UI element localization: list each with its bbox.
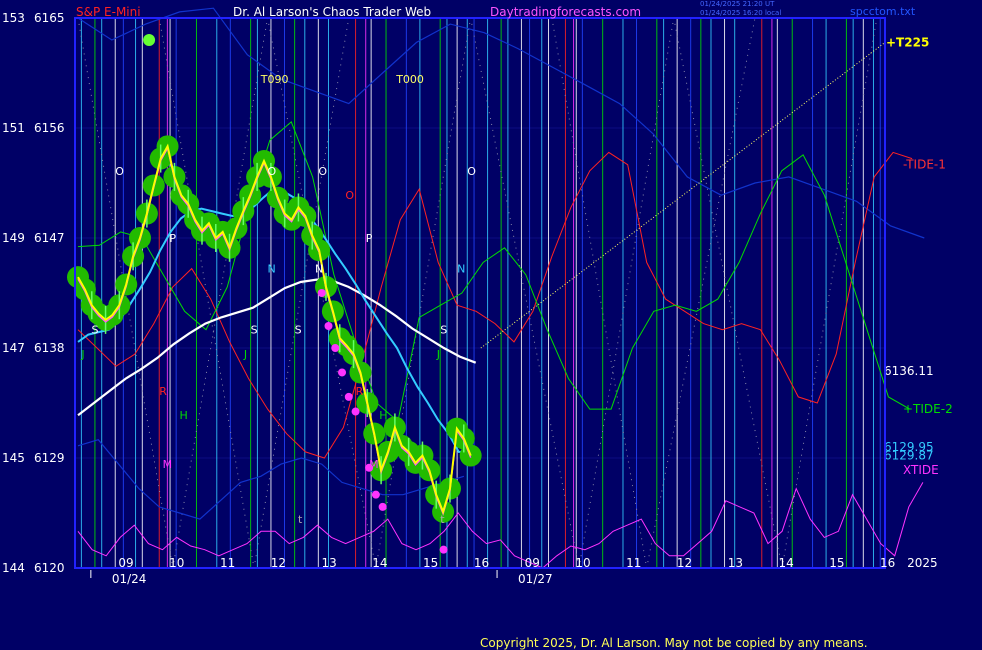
x-tick-label: 13 [321,556,336,570]
x-tick-label: 14 [372,556,387,570]
annotation-label: S [92,324,99,337]
annotation-label: J [243,348,247,361]
cycle-dotted-line [551,17,648,569]
x-tick-label: 12 [271,556,286,570]
price-marker-dot [439,545,448,554]
x-tick-label: 09 [525,556,540,570]
annotation-label: +TIDE-2 [903,402,953,416]
instrument-label: S&P E-Mini [76,5,141,19]
annotation-label: M [163,458,173,471]
y-tick-label-left: 144 [2,561,25,575]
annotation-label: O [345,189,354,202]
annotation-label: +T225 [886,35,929,49]
copyright-text: Copyright 2025, Dr. Al Larson. May not b… [480,636,868,650]
annotation-label: t [298,513,303,526]
date-label: 01/27 [518,572,553,586]
x-tick-label: 10 [169,556,184,570]
y-tick-label-left: 145 [2,451,25,465]
price-marker-dot [378,502,387,511]
annotation-label: O [115,165,124,178]
x-tick-label: 16 [880,556,895,570]
x-tick-label: 12 [677,556,692,570]
cycle-dotted-line [470,17,580,569]
y-tick-label-left: 153 [2,11,25,25]
x-tick-label: 09 [118,556,133,570]
y-tick-label-left: 147 [2,341,25,355]
timestamp-local: 01/24/2025 16:20 local [700,9,782,17]
x-tick-label: 15 [423,556,438,570]
annotation-label: T090 [260,73,289,86]
author-label: Dr. Al Larson's Chaos Trader Web [233,5,432,19]
cycle-dotted-line [781,17,878,569]
x-tick-label: 11 [626,556,641,570]
y-tick-label: 6138 [34,341,65,355]
xtide-line [77,482,924,569]
annotation-label: O [467,165,476,178]
tide2-line [77,121,910,423]
x-tick-label: 10 [575,556,590,570]
date-label: 01/24 [112,572,147,586]
chaos-trader-chart: +T225-TIDE-16136.11+TIDE-26129.956129.87… [2,7,953,586]
cycle-dotted-line [673,17,783,569]
y-tick-label-left: 149 [2,231,25,245]
price-marker-dot [324,322,333,330]
y-tick-label: 6165 [34,11,65,25]
price-marker-dot [338,368,347,377]
annotation-label: -TIDE-1 [903,158,946,172]
annotation-label: 6129.87 [884,449,934,463]
slow-average-line [77,278,477,417]
x-tick-label: 11 [220,556,235,570]
x-tick-label: 13 [728,556,743,570]
annotation-label: XTIDE [903,463,939,477]
chart-window: +T225 -TIDE-1 6136.11 +TIDE-2 6129.95 6129.87… [0,0,982,650]
annotation-label: P [169,232,176,245]
y-tick-label-left: 151 [2,121,25,135]
dotted-cycle-lines [77,17,878,569]
price-marker-dot [344,392,353,401]
cycle-dotted-line [578,17,675,569]
price-marker-dot [351,407,360,416]
y-tick-label: 6147 [34,231,65,245]
x-tick-label: 16 [474,556,489,570]
price-marker-dot [371,490,380,499]
file-label: spcctom.txt [850,5,916,18]
annotation-label: H [379,409,387,422]
annotation-label: J [436,348,440,361]
annotation-label: N [457,263,465,276]
annotation-label: O [318,165,327,178]
vertical-time-lines [80,18,881,568]
annotation-label: J [80,348,84,361]
annotation-label: H [180,409,188,422]
y-tick-label: 6129 [34,451,65,465]
x-tick-label: 14 [778,556,793,570]
annotation-label: t [440,513,445,526]
y-tick-label: 6120 [34,561,65,575]
x-tick-label: 2025 [907,556,938,570]
annotation-label: M [369,458,379,471]
site-label[interactable]: Daytradingforecasts.com [490,5,641,19]
annotation-label: N [315,263,323,276]
x-tick-label: 15 [829,556,844,570]
price-marker-dot [331,344,340,352]
annotation-label: T000 [395,73,424,86]
annotation-label: S [251,324,258,337]
annotation-layer: +T225-TIDE-16136.11+TIDE-26129.956129.87… [80,35,952,526]
cycle-dotted-line [172,17,269,569]
annotation-label: S [295,324,302,337]
annotation-label: R [356,385,364,398]
annotation-label: O [268,165,277,178]
annotation-label: 6136.11 [884,364,934,378]
tide1-line [77,151,913,459]
y-tick-label: 6156 [34,121,65,135]
annotation-label: P [366,232,373,245]
annotation-label: N [268,263,276,276]
timestamp-ut: 01/24/2025 21:20 UT [700,0,775,8]
price-marker-dot [317,289,326,297]
price-high-dot [143,34,156,46]
annotation-label: R [159,385,167,398]
annotation-label: S [440,324,447,337]
